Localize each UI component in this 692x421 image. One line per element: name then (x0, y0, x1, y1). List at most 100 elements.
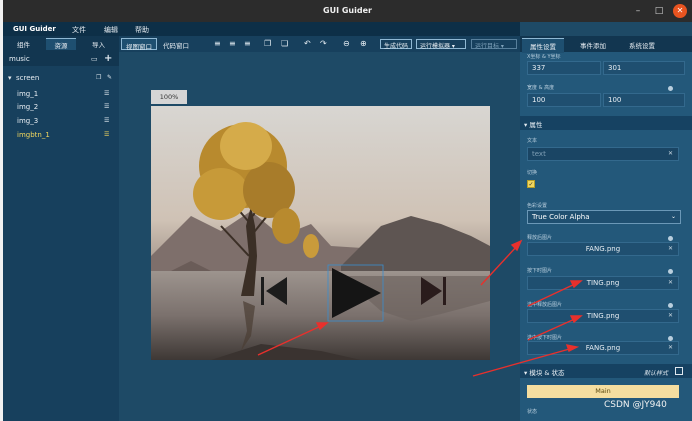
tab-code-window[interactable]: 代码窗口 (159, 38, 193, 50)
default-style-label: 默认样式 (644, 370, 669, 377)
checked-released-field[interactable]: TING.png ✕ (527, 309, 679, 323)
info-icon[interactable] (668, 86, 673, 91)
tree-item-img1[interactable]: img_1 (17, 90, 38, 98)
module-state-title: 模块 & 状态 (529, 369, 565, 377)
minimize-icon[interactable]: – (631, 4, 645, 18)
menu-edit[interactable]: 编辑 (104, 25, 118, 35)
send-back-icon[interactable]: ❏ (281, 39, 288, 48)
menu-file[interactable]: 文件 (72, 25, 86, 35)
align-right-icon[interactable]: ≡ (244, 39, 251, 48)
released-image-value: FANG.png (585, 245, 621, 253)
pressed-image-field[interactable]: TING.png ✕ (527, 276, 679, 290)
run-simulator-button[interactable]: 运行模拟器 ▾ (416, 39, 466, 50)
run-target-label: 运行目标 (475, 43, 500, 50)
width-field[interactable]: 100 (527, 93, 601, 107)
tree-item-img2[interactable]: img_2 (17, 103, 38, 111)
list-icon[interactable]: ☰ (104, 117, 109, 124)
text-field[interactable]: text ✕ (527, 147, 679, 161)
watermark: CSDN @JY940 (604, 400, 667, 410)
attributes-title: 属性 (529, 121, 543, 129)
close-icon[interactable]: ✕ (673, 4, 687, 18)
align-center-icon[interactable]: ≡ (229, 39, 236, 48)
released-image-field[interactable]: FANG.png ✕ (527, 242, 679, 256)
checked-released-value: TING.png (586, 312, 620, 320)
add-icon[interactable]: + (104, 53, 112, 64)
prev-button-bar (261, 277, 264, 305)
text-placeholder: text (532, 150, 546, 158)
checked-pressed-field[interactable]: FANG.png ✕ (527, 341, 679, 355)
pressed-image-label: 按下时图片 (527, 268, 553, 274)
checked-released-label: 选中释放后图片 (527, 302, 563, 308)
redo-icon[interactable]: ↷ (320, 39, 327, 48)
chevron-down-icon: ⌄ (670, 213, 676, 220)
info-icon[interactable] (668, 236, 673, 241)
next-button-bar (443, 277, 446, 305)
menu-help[interactable]: 帮助 (135, 25, 149, 35)
left-tabs: 组件 资源 导入 (3, 36, 119, 52)
tree-item-imgbtn1[interactable]: imgbtn_1 (17, 131, 50, 139)
right-tabs: 属性设置 事件添加 系统设置 (520, 36, 692, 53)
clear-icon[interactable]: ✕ (668, 312, 673, 319)
default-style-checkbox[interactable] (675, 367, 683, 375)
align-left-icon[interactable]: ≡ (214, 39, 221, 48)
zoom-out-icon[interactable]: ⊖ (343, 39, 350, 48)
tree-screen[interactable]: screen (16, 74, 39, 82)
clear-icon[interactable]: ✕ (668, 245, 673, 252)
list-icon[interactable]: ☰ (104, 131, 109, 138)
screen-preview[interactable] (151, 106, 490, 360)
run-target-button[interactable]: 运行目标 ▾ (471, 39, 517, 50)
tab-events[interactable]: 事件添加 (580, 40, 606, 50)
size-label: 宽度 & 高度 (527, 85, 555, 91)
text-label: 文本 (527, 138, 538, 144)
editor-toolbar: 视图窗口 代码窗口 ≡ ≡ ≡ ❐ ❏ ↶ ↷ ⊖ ⊕ 生成代码 运行模拟器 ▾… (119, 36, 520, 52)
clear-icon[interactable]: ✕ (668, 344, 673, 351)
folder-icon[interactable]: ▭ (91, 55, 98, 63)
zoom-level: 100% (151, 90, 187, 104)
clear-icon[interactable]: ✕ (668, 150, 673, 157)
window-title: GUI Guider (323, 6, 372, 15)
undo-icon[interactable]: ↶ (304, 39, 311, 48)
x-field[interactable]: 337 (527, 61, 601, 75)
tab-view-window[interactable]: 视图窗口 (121, 38, 157, 51)
generate-code-button[interactable]: 生成代码 (380, 39, 413, 50)
toggle-label: 切换 (527, 170, 538, 176)
tab-system-settings[interactable]: 系统设置 (629, 40, 655, 50)
right-panel: 属性设置 事件添加 系统设置 X坐标 & Y坐标 337 301 宽度 & 高度… (520, 36, 692, 421)
color-format-value: True Color Alpha (532, 213, 590, 221)
info-icon[interactable] (668, 269, 673, 274)
menu-bar: GUI Guider 文件 编辑 帮助 (3, 22, 520, 36)
left-panel: 组件 资源 导入 music ▭ + ▾ screen ❐ ✎ img_1 ☰ … (3, 36, 119, 421)
position-label: X坐标 & Y坐标 (527, 54, 561, 60)
window-titlebar: GUI Guider – □ ✕ (3, 0, 692, 22)
project-name: music (9, 55, 30, 63)
tree-item-img3[interactable]: img_3 (17, 117, 38, 125)
app-name: GUI Guider (13, 25, 56, 33)
info-icon[interactable] (668, 303, 673, 308)
attributes-section-header[interactable]: ▾ 属性 (520, 116, 692, 130)
tab-import[interactable]: 导入 (92, 39, 105, 49)
list-icon[interactable]: ☰ (104, 103, 109, 110)
checked-pressed-label: 选中按下时图片 (527, 335, 563, 341)
edit-icon[interactable]: ✎ (107, 74, 112, 81)
tab-widgets[interactable]: 组件 (17, 39, 30, 49)
color-label: 色彩设置 (527, 203, 548, 209)
released-image-label: 释放后图片 (527, 235, 553, 241)
y-field[interactable]: 301 (603, 61, 685, 75)
main-part-button[interactable]: Main (527, 385, 679, 398)
color-format-select[interactable]: True Color Alpha ⌄ (527, 210, 681, 224)
height-field[interactable]: 100 (603, 93, 685, 107)
maximize-icon[interactable]: □ (652, 4, 666, 18)
copy-icon[interactable]: ❐ (96, 74, 101, 81)
zoom-in-icon[interactable]: ⊕ (360, 39, 367, 48)
list-icon[interactable]: ☰ (104, 90, 109, 97)
run-simulator-label: 运行模拟器 (420, 43, 451, 50)
lake-tree-image (151, 106, 490, 360)
checked-pressed-value: FANG.png (585, 344, 621, 352)
toggle-checkbox[interactable]: ✓ (527, 180, 535, 188)
clear-icon[interactable]: ✕ (668, 279, 673, 286)
bring-front-icon[interactable]: ❐ (264, 39, 271, 48)
project-row: music ▭ + (3, 52, 119, 66)
tab-properties[interactable]: 属性设置 (522, 38, 564, 53)
tree-expand-icon[interactable]: ▾ (8, 74, 12, 82)
tab-resources[interactable]: 资源 (46, 38, 76, 50)
